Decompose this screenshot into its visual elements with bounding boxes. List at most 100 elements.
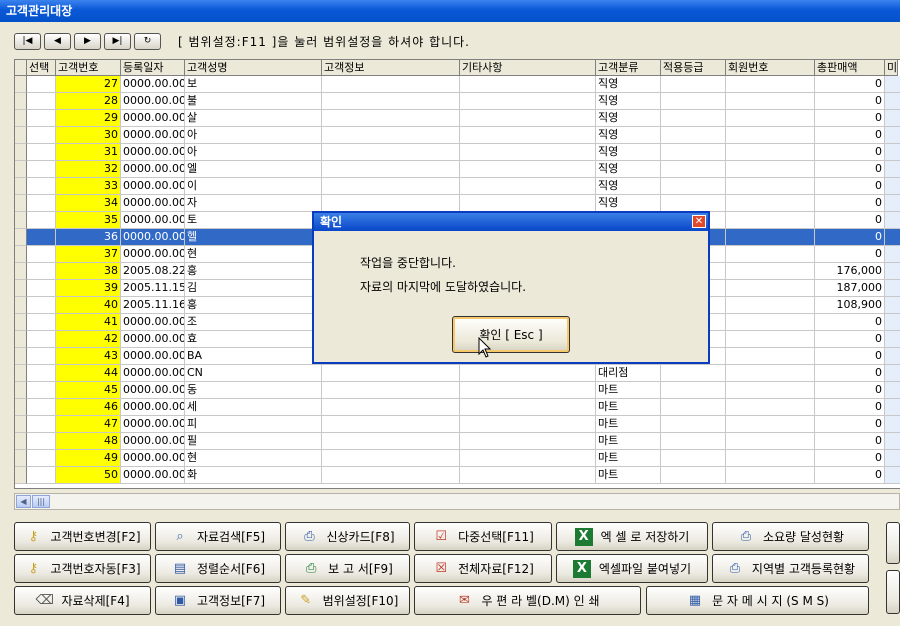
horizontal-scrollbar[interactable]: ◀ ||| xyxy=(14,493,900,510)
total-sales-cell[interactable]: 0 xyxy=(815,161,885,178)
select-cell[interactable] xyxy=(27,144,56,161)
customer-name-cell[interactable]: 이 xyxy=(185,178,322,195)
row-indicator[interactable] xyxy=(15,433,27,450)
customer-name-cell[interactable]: 자 xyxy=(185,195,322,212)
auto-customer-number-button[interactable]: ⚷ 고객번호자동[F3] xyxy=(14,554,151,583)
row-indicator[interactable] xyxy=(15,331,27,348)
table-row[interactable]: 46 0000.00.00 세 마트 0 xyxy=(15,399,900,416)
customer-number-cell[interactable]: 37 xyxy=(56,246,121,263)
register-date-cell[interactable]: 2005.08.22 xyxy=(121,263,185,280)
dm-label-print-button[interactable]: ✉ 우 편 라 벨(D.M) 인 쇄 xyxy=(414,586,641,615)
table-row[interactable]: 33 0000.00.00 이 직영 0 xyxy=(15,178,900,195)
member-number-cell[interactable] xyxy=(726,93,815,110)
extra-cell[interactable] xyxy=(885,365,900,382)
remarks-cell[interactable] xyxy=(460,178,596,195)
register-date-cell[interactable]: 0000.00.00 xyxy=(121,433,185,450)
member-number-cell[interactable] xyxy=(726,212,815,229)
search-button[interactable]: ⌕ 자료검색[F5] xyxy=(155,522,281,551)
member-number-cell[interactable] xyxy=(726,178,815,195)
grade-cell[interactable] xyxy=(661,110,726,127)
register-date-cell[interactable]: 0000.00.00 xyxy=(121,450,185,467)
register-date-cell[interactable]: 0000.00.00 xyxy=(121,195,185,212)
column-header[interactable]: 고객번호 xyxy=(56,60,121,76)
extra-cell[interactable] xyxy=(885,178,900,195)
row-indicator[interactable] xyxy=(15,76,27,93)
extra-cell[interactable] xyxy=(885,416,900,433)
customer-number-cell[interactable]: 34 xyxy=(56,195,121,212)
row-indicator[interactable] xyxy=(15,297,27,314)
remarks-cell[interactable] xyxy=(460,433,596,450)
select-cell[interactable] xyxy=(27,127,56,144)
member-number-cell[interactable] xyxy=(726,110,815,127)
register-date-cell[interactable]: 0000.00.00 xyxy=(121,331,185,348)
grade-cell[interactable] xyxy=(661,365,726,382)
sort-order-button[interactable]: ▤ 정렬순서[F6] xyxy=(155,554,281,583)
column-header[interactable]: 적용등급 xyxy=(661,60,726,76)
side-button-1[interactable] xyxy=(886,522,900,564)
select-cell[interactable] xyxy=(27,212,56,229)
member-number-cell[interactable] xyxy=(726,246,815,263)
customer-name-cell[interactable]: 현 xyxy=(185,246,322,263)
customer-info-cell[interactable] xyxy=(322,399,460,416)
member-number-cell[interactable] xyxy=(726,467,815,484)
select-cell[interactable] xyxy=(27,178,56,195)
profile-card-button[interactable]: ⎙ 신상카드[F8] xyxy=(285,522,410,551)
register-date-cell[interactable]: 0000.00.00 xyxy=(121,76,185,93)
select-cell[interactable] xyxy=(27,297,56,314)
grade-cell[interactable] xyxy=(661,195,726,212)
customer-category-cell[interactable]: 직영 xyxy=(596,76,661,93)
extra-cell[interactable] xyxy=(885,161,900,178)
total-sales-cell[interactable]: 0 xyxy=(815,467,885,484)
member-number-cell[interactable] xyxy=(726,280,815,297)
total-sales-cell[interactable]: 0 xyxy=(815,229,885,246)
table-row[interactable]: 28 0000.00.00 불 직영 0 xyxy=(15,93,900,110)
customer-number-cell[interactable]: 39 xyxy=(56,280,121,297)
customer-category-cell[interactable]: 직영 xyxy=(596,144,661,161)
select-cell[interactable] xyxy=(27,76,56,93)
customer-info-cell[interactable] xyxy=(322,110,460,127)
register-date-cell[interactable]: 0000.00.00 xyxy=(121,212,185,229)
total-sales-cell[interactable]: 0 xyxy=(815,144,885,161)
total-sales-cell[interactable]: 0 xyxy=(815,416,885,433)
grade-cell[interactable] xyxy=(661,178,726,195)
remarks-cell[interactable] xyxy=(460,195,596,212)
customer-category-cell[interactable]: 직영 xyxy=(596,178,661,195)
select-cell[interactable] xyxy=(27,399,56,416)
change-customer-number-button[interactable]: ⚷ 고객번호변경[F2] xyxy=(14,522,151,551)
select-cell[interactable] xyxy=(27,314,56,331)
customer-number-cell[interactable]: 46 xyxy=(56,399,121,416)
member-number-cell[interactable] xyxy=(726,195,815,212)
customer-name-cell[interactable]: 아 xyxy=(185,127,322,144)
delete-data-button[interactable]: ⌫ 자료삭제[F4] xyxy=(14,586,151,615)
usage-achievement-button[interactable]: ⎙ 소요량 달성현황 xyxy=(712,522,869,551)
customer-name-cell[interactable]: CN xyxy=(185,365,322,382)
extra-cell[interactable] xyxy=(885,110,900,127)
table-row[interactable]: 31 0000.00.00 아 직영 0 xyxy=(15,144,900,161)
save-to-excel-button[interactable]: X엑 셀 로 저장하기 xyxy=(556,522,708,551)
customer-category-cell[interactable]: 마트 xyxy=(596,433,661,450)
select-cell[interactable] xyxy=(27,229,56,246)
row-indicator[interactable] xyxy=(15,365,27,382)
customer-category-cell[interactable]: 마트 xyxy=(596,416,661,433)
total-sales-cell[interactable]: 0 xyxy=(815,433,885,450)
extra-cell[interactable] xyxy=(885,229,900,246)
select-cell[interactable] xyxy=(27,365,56,382)
select-cell[interactable] xyxy=(27,416,56,433)
table-row[interactable]: 49 0000.00.00 현 마트 0 xyxy=(15,450,900,467)
member-number-cell[interactable] xyxy=(726,76,815,93)
column-header[interactable]: 총판매액 xyxy=(815,60,885,76)
customer-info-cell[interactable] xyxy=(322,127,460,144)
extra-cell[interactable] xyxy=(885,433,900,450)
all-data-button[interactable]: ☒ 전체자료[F12] xyxy=(414,554,552,583)
extra-cell[interactable] xyxy=(885,314,900,331)
customer-info-cell[interactable] xyxy=(322,382,460,399)
extra-cell[interactable] xyxy=(885,246,900,263)
scroll-thumb[interactable]: ||| xyxy=(32,495,50,508)
column-header[interactable]: 고객정보 xyxy=(322,60,460,76)
customer-name-cell[interactable]: 효 xyxy=(185,331,322,348)
row-indicator[interactable] xyxy=(15,348,27,365)
row-indicator[interactable] xyxy=(15,229,27,246)
member-number-cell[interactable] xyxy=(726,399,815,416)
grade-cell[interactable] xyxy=(661,450,726,467)
register-date-cell[interactable]: 0000.00.00 xyxy=(121,382,185,399)
